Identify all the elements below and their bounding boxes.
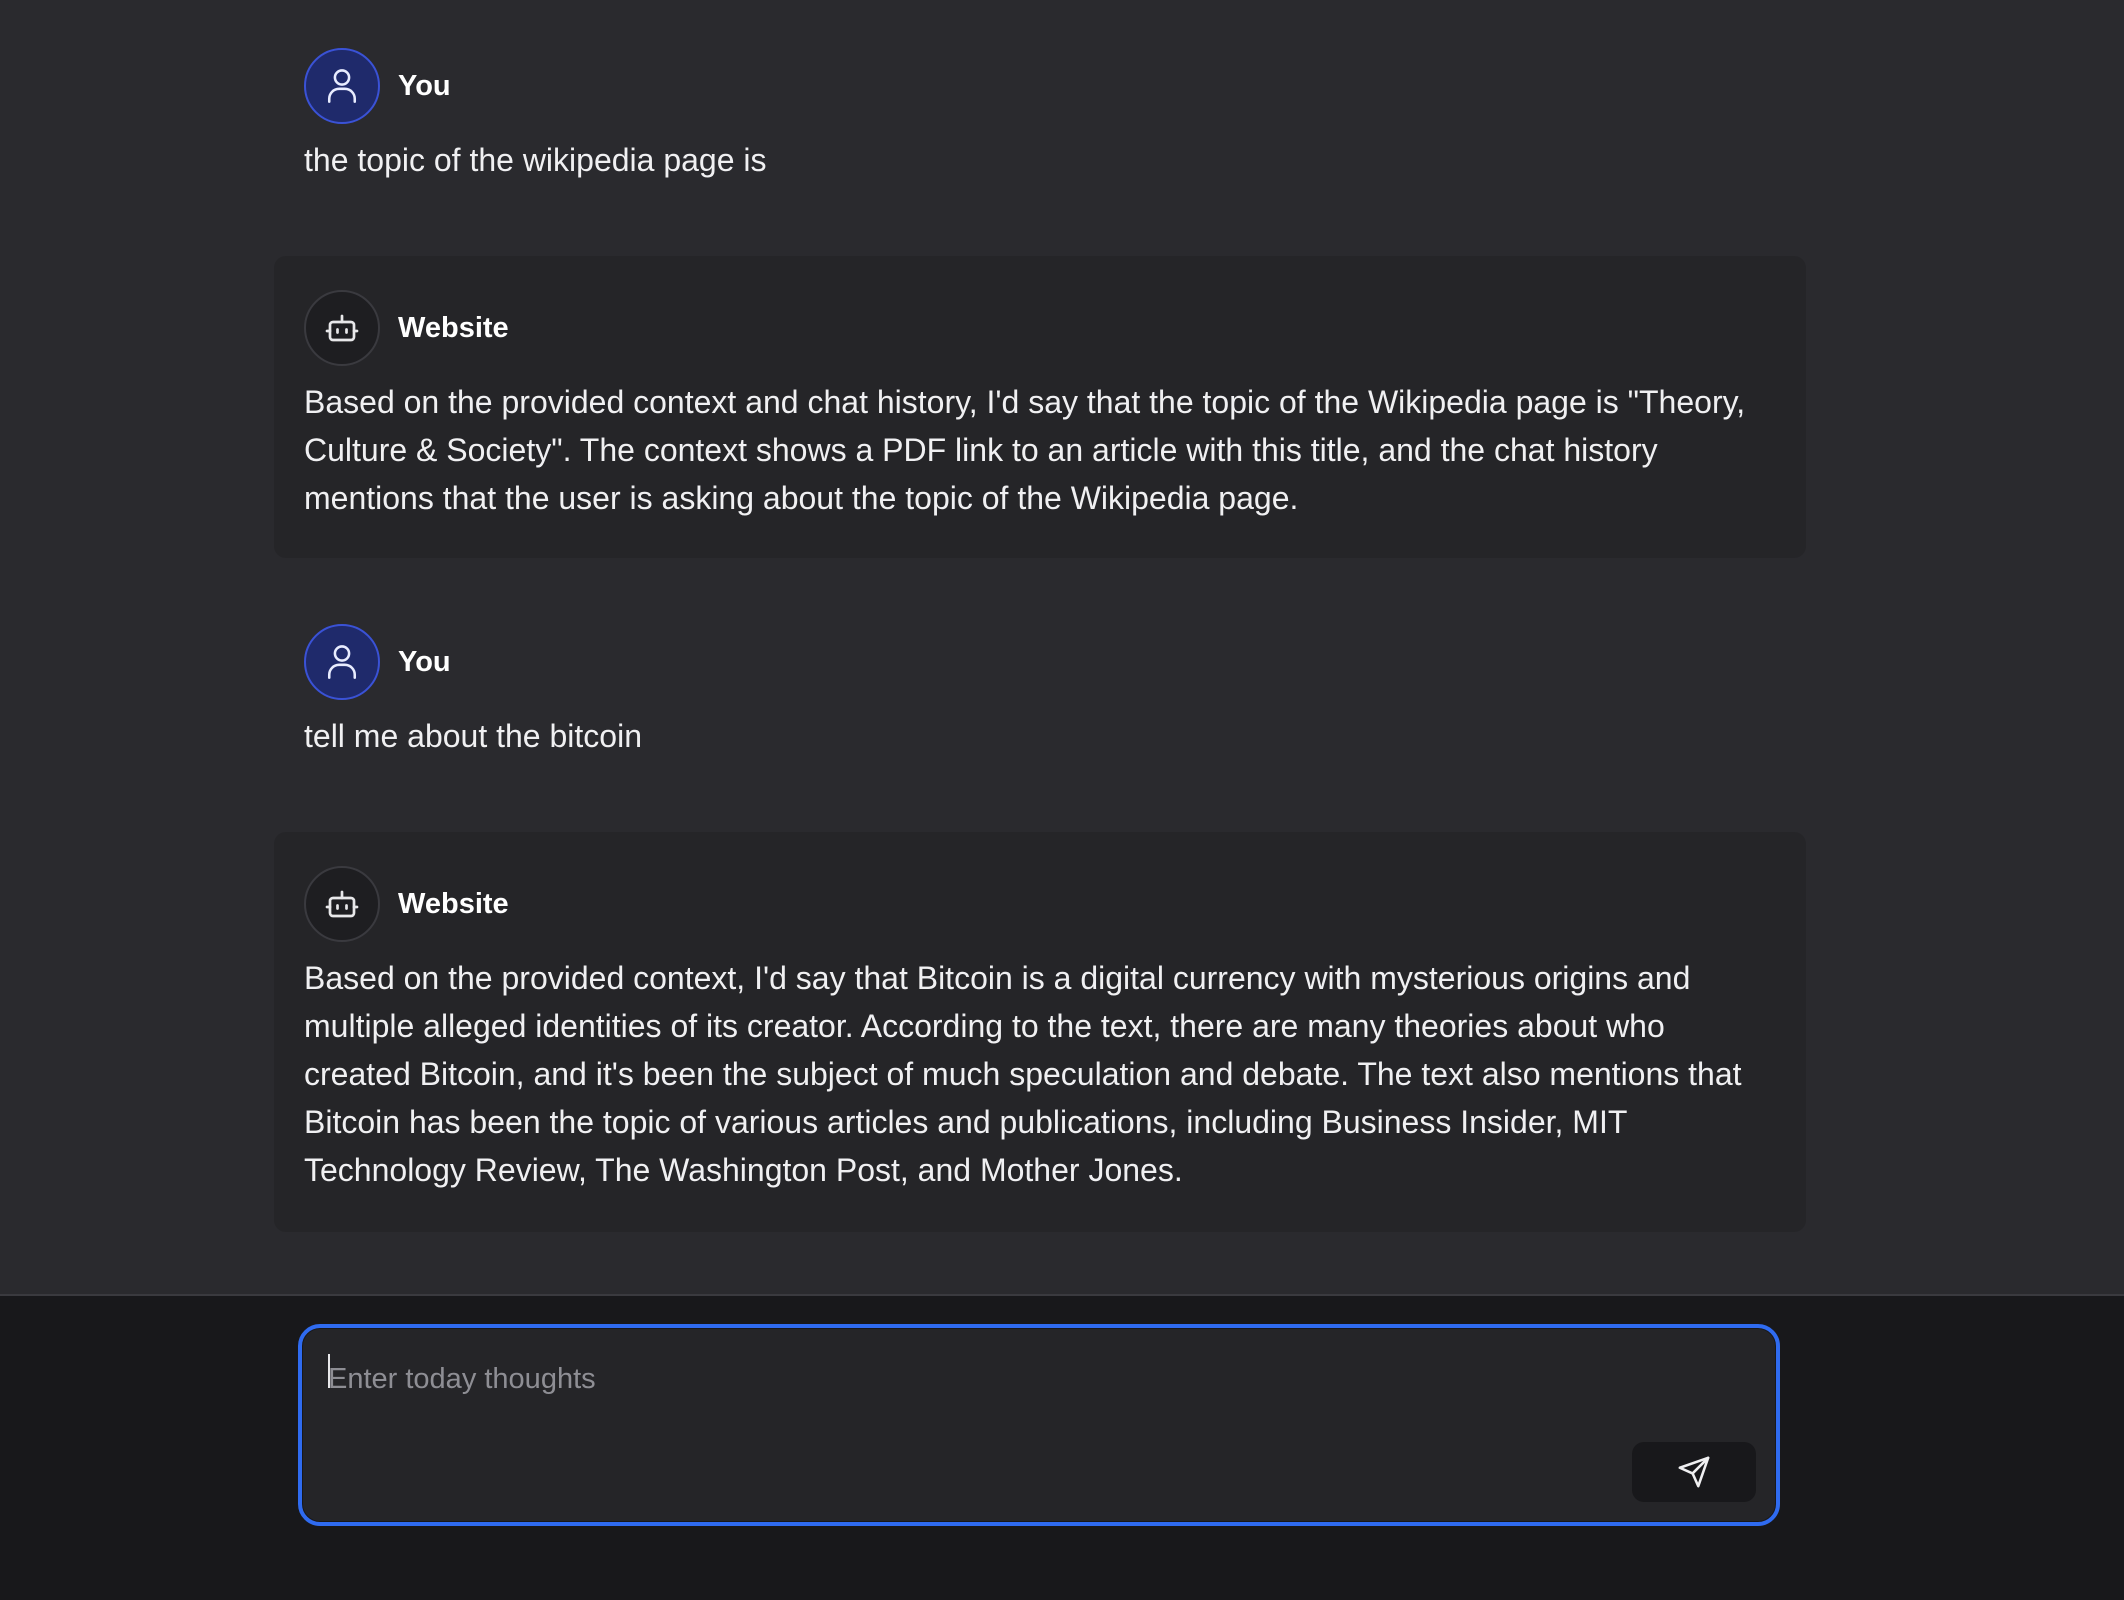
bot-avatar — [304, 290, 380, 366]
message-bot: Website Based on the provided context, I… — [274, 832, 1806, 1232]
message-text: Based on the provided context, I'd say t… — [304, 960, 1742, 1188]
message-user: You the topic of the wikipedia page is — [274, 46, 1806, 184]
bot-icon — [325, 314, 359, 342]
message-text: the topic of the wikipedia page is — [304, 142, 767, 178]
bot-avatar — [304, 866, 380, 942]
message-author: Website — [398, 311, 509, 344]
send-button[interactable] — [1632, 1442, 1756, 1502]
chat-history: You the topic of the wikipedia page is W… — [0, 0, 2124, 1294]
message-author: You — [398, 69, 451, 102]
user-icon — [327, 69, 357, 103]
message-bot: Website Based on the provided context an… — [274, 256, 1806, 558]
message-user: You tell me about the bitcoin — [274, 622, 1806, 760]
bot-icon — [325, 890, 359, 918]
user-avatar — [304, 48, 380, 124]
message-header: You — [304, 46, 1776, 126]
message-input-box[interactable] — [298, 1324, 1780, 1526]
send-icon — [1678, 1456, 1710, 1488]
message-author: Website — [398, 887, 509, 920]
message-input[interactable] — [326, 1348, 1710, 1410]
message-header: Website — [304, 864, 1776, 944]
message-header: Website — [304, 288, 1776, 368]
text-caret — [328, 1354, 330, 1388]
user-avatar — [304, 624, 380, 700]
message-header: You — [304, 622, 1776, 702]
composer-area — [0, 1294, 2124, 1600]
user-icon — [327, 645, 357, 679]
message-text: Based on the provided context and chat h… — [304, 384, 1746, 516]
message-author: You — [398, 645, 451, 678]
message-text: tell me about the bitcoin — [304, 718, 642, 754]
